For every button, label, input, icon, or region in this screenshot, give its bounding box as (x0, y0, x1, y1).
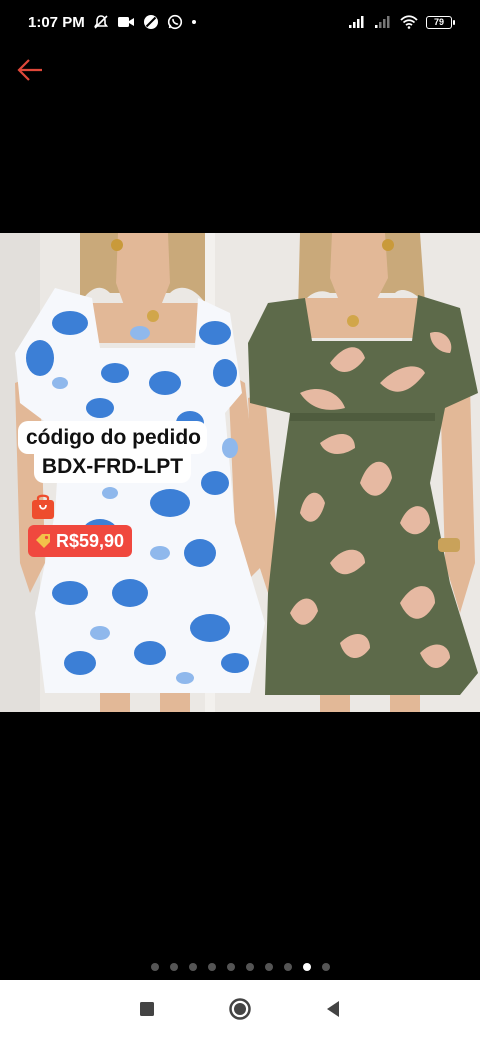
back-nav-button[interactable] (313, 989, 353, 1029)
recent-apps-button[interactable] (127, 989, 167, 1029)
carousel-dot[interactable] (264, 963, 273, 971)
carousel-dot[interactable] (226, 963, 235, 971)
carousel-dot[interactable] (150, 963, 159, 971)
carousel-dot[interactable] (169, 963, 178, 971)
carousel-dot[interactable] (207, 963, 216, 971)
carousel-dot[interactable] (302, 963, 311, 971)
carousel-dot[interactable] (283, 963, 292, 971)
system-nav-bar (0, 980, 480, 1038)
status-time: 1:07 PM (28, 13, 85, 31)
triangle-back-icon (327, 1001, 340, 1017)
carousel-dot[interactable] (321, 963, 330, 971)
status-left: 1:07 PM (28, 14, 197, 31)
carousel-dot[interactable] (188, 963, 197, 971)
wifi-icon (400, 15, 418, 29)
carousel-dot[interactable] (245, 963, 254, 971)
shopping-bag-icon (32, 494, 54, 519)
square-icon (139, 1002, 154, 1016)
back-button[interactable] (14, 54, 46, 86)
price-tag-icon (36, 534, 50, 548)
battery-icon: 79 (426, 15, 455, 29)
carousel-dots (0, 963, 480, 971)
price-tag: R$59,90 (28, 525, 133, 557)
price-value: R$59,90 (56, 530, 125, 551)
arrow-left-icon (17, 59, 42, 81)
whatsapp-icon (167, 14, 182, 30)
status-right: 79 (348, 15, 455, 29)
block-icon (143, 15, 158, 29)
status-bar: 1:07 PM 79 (0, 0, 480, 44)
circle-icon (229, 998, 251, 1020)
order-label-line1: código do pedido (18, 421, 207, 454)
battery-level: 79 (433, 16, 444, 27)
signal-weak-icon (375, 16, 390, 28)
dot-icon (191, 20, 196, 24)
order-code-label: código do pedido BDX-FRD-LPT (10, 421, 215, 483)
home-button[interactable] (220, 989, 260, 1029)
video-icon (117, 17, 134, 27)
order-label-line2: BDX-FRD-LPT (33, 454, 192, 483)
mute-alarm-icon (93, 15, 108, 29)
signal-icon (349, 16, 364, 28)
